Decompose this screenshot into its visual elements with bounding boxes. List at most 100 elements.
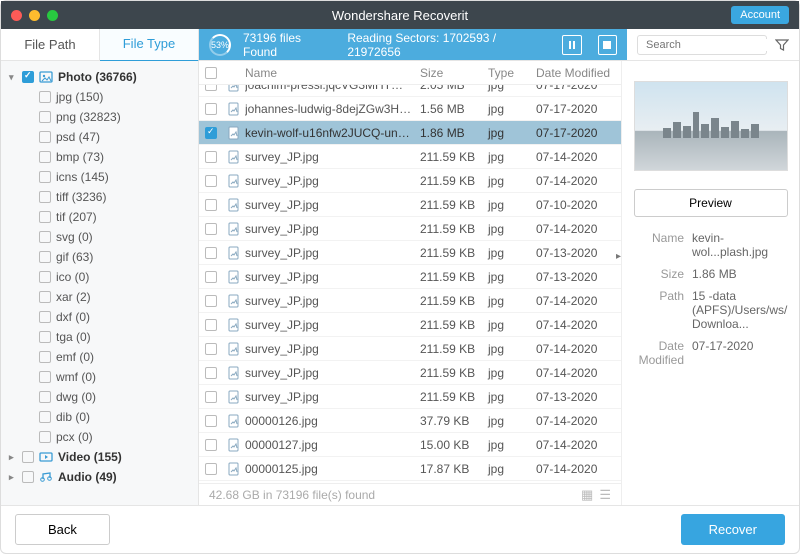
file-row[interactable]: survey_JP.jpg211.59 KBjpg07-14-2020 bbox=[199, 337, 621, 361]
filetype-checkbox[interactable] bbox=[39, 131, 51, 143]
filetype-checkbox[interactable] bbox=[39, 111, 51, 123]
row-checkbox[interactable] bbox=[205, 151, 217, 163]
file-row[interactable]: 00000126.jpg37.79 KBjpg07-14-2020 bbox=[199, 409, 621, 433]
row-checkbox[interactable] bbox=[205, 439, 217, 451]
category-photo[interactable]: ▾Photo (36766) bbox=[1, 67, 198, 87]
filetype-item[interactable]: dxf (0) bbox=[1, 307, 198, 327]
filetype-item[interactable]: dwg (0) bbox=[1, 387, 198, 407]
file-row[interactable]: survey_JP.jpg211.59 KBjpg07-14-2020 bbox=[199, 169, 621, 193]
row-checkbox[interactable] bbox=[205, 223, 217, 235]
file-row[interactable]: survey_JP.jpg211.59 KBjpg07-14-2020 bbox=[199, 217, 621, 241]
row-checkbox[interactable] bbox=[205, 271, 217, 283]
close-icon[interactable] bbox=[11, 10, 22, 21]
filetype-item[interactable]: jpg (150) bbox=[1, 87, 198, 107]
row-checkbox[interactable] bbox=[205, 175, 217, 187]
file-row[interactable]: survey_JP.jpg211.59 KBjpg07-10-2020 bbox=[199, 193, 621, 217]
back-button[interactable]: Back bbox=[15, 514, 110, 545]
category-audio[interactable]: ▸Audio (49) bbox=[1, 467, 198, 487]
filetype-item[interactable]: svg (0) bbox=[1, 227, 198, 247]
select-all-checkbox[interactable] bbox=[205, 67, 217, 79]
row-checkbox[interactable] bbox=[205, 463, 217, 475]
file-row[interactable]: survey_JP.jpg211.59 KBjpg07-14-2020 bbox=[199, 313, 621, 337]
maximize-icon[interactable] bbox=[47, 10, 58, 21]
row-checkbox[interactable] bbox=[205, 247, 217, 259]
tab-file-path[interactable]: File Path bbox=[1, 29, 100, 61]
file-row[interactable]: survey_JP.jpg211.59 KBjpg07-13-2020 bbox=[199, 241, 621, 265]
row-checkbox[interactable] bbox=[205, 103, 217, 115]
account-button[interactable]: Account bbox=[731, 6, 789, 24]
minimize-icon[interactable] bbox=[29, 10, 40, 21]
filetype-item[interactable]: icns (145) bbox=[1, 167, 198, 187]
tab-file-type[interactable]: File Type bbox=[100, 28, 199, 62]
category-checkbox[interactable] bbox=[22, 471, 34, 483]
pause-button[interactable] bbox=[562, 35, 581, 55]
filetype-item[interactable]: psd (47) bbox=[1, 127, 198, 147]
grid-view-icon[interactable]: ▦ bbox=[581, 487, 593, 503]
row-checkbox[interactable] bbox=[205, 85, 217, 91]
col-date[interactable]: Date Modified bbox=[536, 66, 621, 80]
filetype-checkbox[interactable] bbox=[39, 331, 51, 343]
row-checkbox[interactable] bbox=[205, 415, 217, 427]
row-checkbox[interactable] bbox=[205, 343, 217, 355]
filetype-checkbox[interactable] bbox=[39, 251, 51, 263]
filetype-item[interactable]: wmf (0) bbox=[1, 367, 198, 387]
col-size[interactable]: Size bbox=[420, 66, 488, 80]
preview-button[interactable]: Preview bbox=[634, 189, 788, 217]
filetype-checkbox[interactable] bbox=[39, 191, 51, 203]
filetype-item[interactable]: png (32823) bbox=[1, 107, 198, 127]
filetype-checkbox[interactable] bbox=[39, 271, 51, 283]
category-video[interactable]: ▸Video (155) bbox=[1, 447, 198, 467]
filetype-item[interactable]: tif (207) bbox=[1, 207, 198, 227]
file-row[interactable]: survey_JP.jpg211.59 KBjpg07-14-2020 bbox=[199, 289, 621, 313]
filetype-checkbox[interactable] bbox=[39, 431, 51, 443]
search-input[interactable] bbox=[646, 39, 788, 51]
filetype-checkbox[interactable] bbox=[39, 291, 51, 303]
list-view-icon[interactable]: ☰ bbox=[599, 487, 611, 503]
filetype-item[interactable]: pcx (0) bbox=[1, 427, 198, 447]
col-type[interactable]: Type bbox=[488, 66, 536, 80]
file-row[interactable]: kevin-wolf-u16nfw2JUCQ-unsplash.jpg1.86 … bbox=[199, 121, 621, 145]
filetype-item[interactable]: gif (63) bbox=[1, 247, 198, 267]
file-row[interactable]: survey_JP.jpg211.59 KBjpg07-13-2020 bbox=[199, 265, 621, 289]
filetype-checkbox[interactable] bbox=[39, 371, 51, 383]
category-checkbox[interactable] bbox=[22, 71, 34, 83]
col-name[interactable]: Name bbox=[245, 66, 420, 80]
filetype-item[interactable]: xar (2) bbox=[1, 287, 198, 307]
file-row[interactable]: survey_JP.jpg211.59 KBjpg07-14-2020 bbox=[199, 145, 621, 169]
filetype-checkbox[interactable] bbox=[39, 151, 51, 163]
filetype-item[interactable]: tga (0) bbox=[1, 327, 198, 347]
file-row[interactable]: 00000125.jpg17.87 KBjpg07-14-2020 bbox=[199, 457, 621, 481]
filetype-checkbox[interactable] bbox=[39, 351, 51, 363]
filetype-item[interactable]: emf (0) bbox=[1, 347, 198, 367]
filetype-checkbox[interactable] bbox=[39, 231, 51, 243]
filetype-item[interactable]: tiff (3236) bbox=[1, 187, 198, 207]
row-checkbox[interactable] bbox=[205, 367, 217, 379]
filetype-item[interactable]: ico (0) bbox=[1, 267, 198, 287]
category-label: Video (155) bbox=[58, 450, 122, 464]
file-row[interactable]: survey_JP.jpg211.59 KBjpg07-13-2020 bbox=[199, 385, 621, 409]
filetype-item[interactable]: bmp (73) bbox=[1, 147, 198, 167]
category-checkbox[interactable] bbox=[22, 451, 34, 463]
file-row[interactable]: johannes-ludwig-8dejZGw3Hec-unsplash.jpg… bbox=[199, 97, 621, 121]
file-icon bbox=[227, 318, 245, 332]
file-row[interactable]: joachim-pressi.jqcVG3MHTG0-unsplash.jpg2… bbox=[199, 85, 621, 97]
filetype-checkbox[interactable] bbox=[39, 91, 51, 103]
filetype-checkbox[interactable] bbox=[39, 311, 51, 323]
search-box[interactable] bbox=[637, 35, 767, 55]
stop-button[interactable] bbox=[598, 35, 617, 55]
row-checkbox[interactable] bbox=[205, 319, 217, 331]
row-checkbox[interactable] bbox=[205, 295, 217, 307]
row-checkbox[interactable] bbox=[205, 199, 217, 211]
file-row[interactable]: survey_JP.jpg211.59 KBjpg07-14-2020 bbox=[199, 361, 621, 385]
row-checkbox[interactable] bbox=[205, 391, 217, 403]
recover-button[interactable]: Recover bbox=[681, 514, 785, 545]
file-row[interactable]: 00000127.jpg15.00 KBjpg07-14-2020 bbox=[199, 433, 621, 457]
filetype-checkbox[interactable] bbox=[39, 411, 51, 423]
filter-icon[interactable] bbox=[775, 38, 789, 52]
filetype-item[interactable]: dib (0) bbox=[1, 407, 198, 427]
row-checkbox[interactable] bbox=[205, 127, 217, 139]
filetype-checkbox[interactable] bbox=[39, 171, 51, 183]
filetype-checkbox[interactable] bbox=[39, 211, 51, 223]
filetype-checkbox[interactable] bbox=[39, 391, 51, 403]
collapse-panel-icon[interactable]: ▸ bbox=[616, 251, 621, 262]
